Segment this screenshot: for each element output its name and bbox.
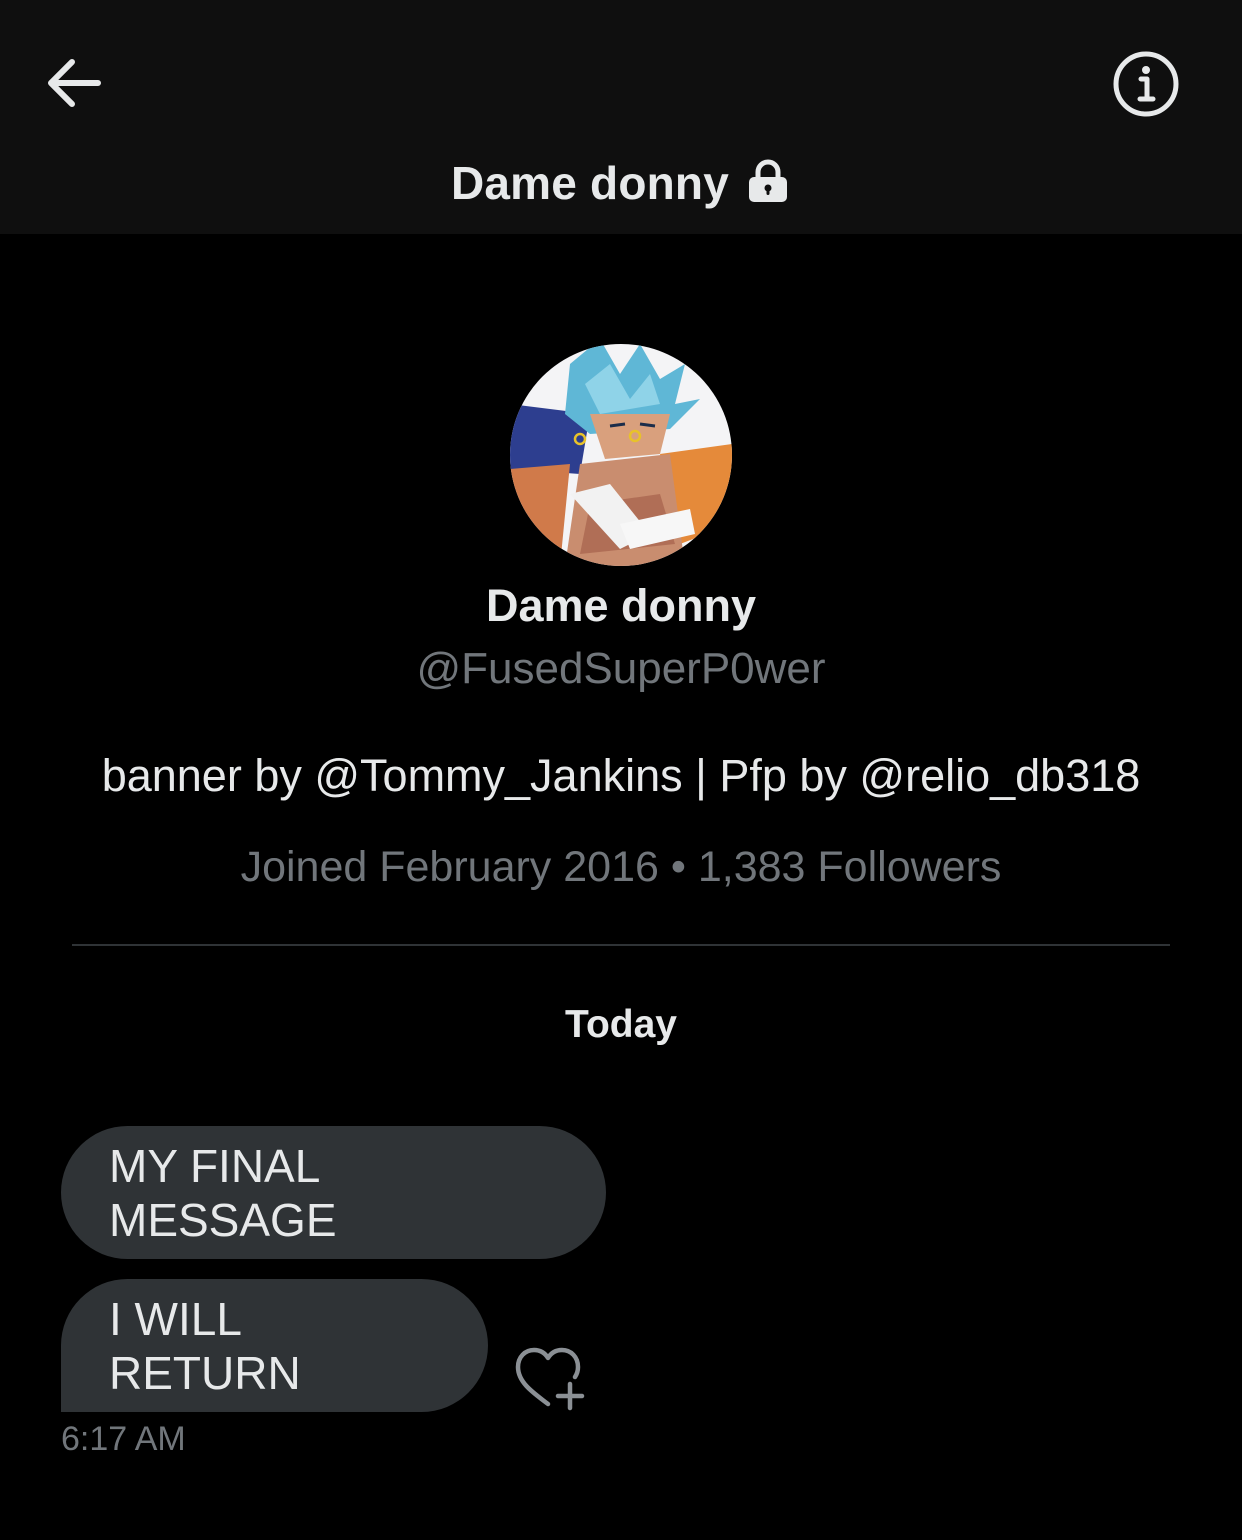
- profile-bio: banner by @Tommy_Jankins | Pfp by @relio…: [101, 750, 1141, 801]
- back-button[interactable]: [40, 52, 106, 114]
- profile-handle: @FusedSuperP0wer: [416, 644, 826, 693]
- lock-icon: [749, 159, 788, 202]
- message-text: MY FINAL MESSAGE: [109, 1139, 337, 1246]
- date-separator: Today: [565, 1003, 677, 1046]
- avatar[interactable]: [510, 344, 732, 566]
- message-timestamp: 6:17 AM: [61, 1420, 186, 1458]
- message-bubble[interactable]: I WILL RETURN: [61, 1279, 488, 1412]
- message-text: I WILL RETURN: [109, 1292, 301, 1399]
- info-circle-icon: [1113, 51, 1179, 117]
- profile-name: Dame donny: [485, 580, 757, 631]
- conversation-header: Dame donny: [0, 0, 1242, 234]
- heart-plus-icon: [515, 1347, 585, 1411]
- header-title: Dame donny: [450, 157, 730, 209]
- profile-meta: Joined February 2016 • 1,383 Followers: [240, 843, 1002, 891]
- conversation-info-button[interactable]: [1110, 48, 1182, 120]
- add-reaction-button[interactable]: [512, 1344, 588, 1412]
- arrow-left-icon: [48, 59, 101, 107]
- header-title-group: Dame donny: [0, 148, 1242, 218]
- message-bubble[interactable]: MY FINAL MESSAGE: [61, 1126, 606, 1259]
- divider: [72, 944, 1170, 946]
